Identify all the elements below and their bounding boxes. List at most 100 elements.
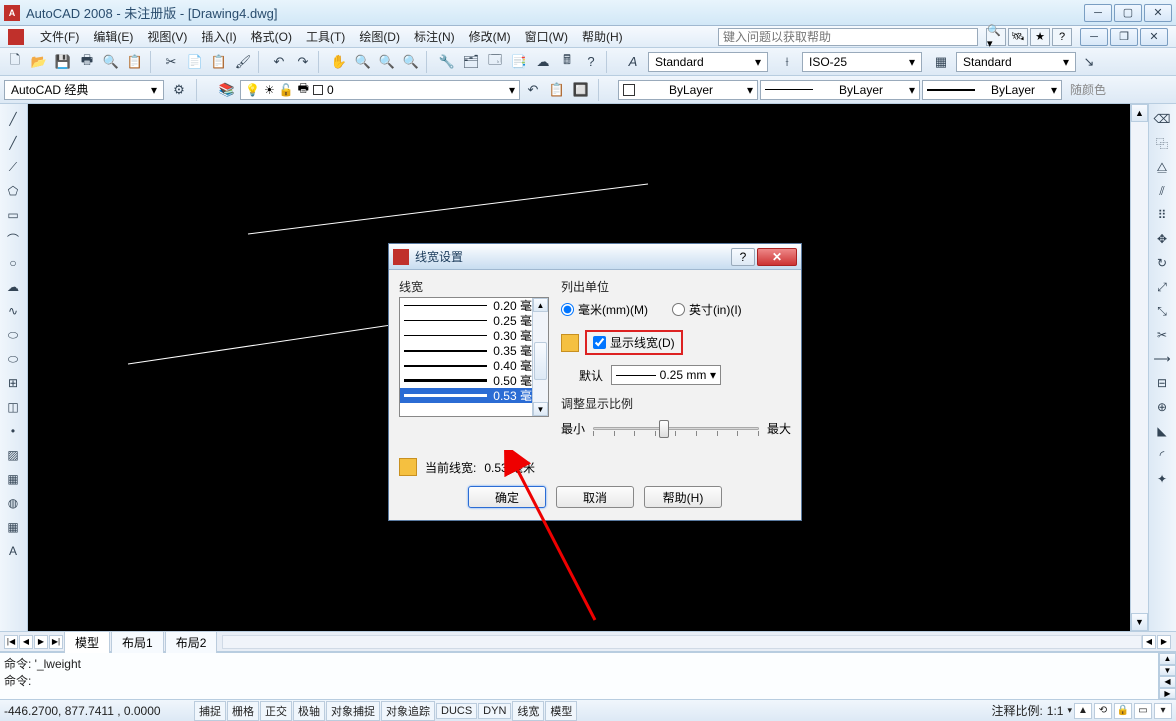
polygon-icon[interactable]: ⬠ xyxy=(2,180,24,202)
lock-ui-icon[interactable]: 🔒 xyxy=(1114,703,1132,719)
chamfer-icon[interactable]: ◣ xyxy=(1151,420,1173,442)
hatch-icon[interactable]: ▨ xyxy=(2,444,24,466)
menu-modify[interactable]: 修改(M) xyxy=(463,26,517,47)
mtext-icon[interactable]: A xyxy=(2,540,24,562)
sheetset-icon[interactable]: 📑 xyxy=(508,51,530,73)
stretch-icon[interactable]: ⤡ xyxy=(1151,300,1173,322)
pline-icon[interactable]: ⟋ xyxy=(2,156,24,178)
dialog-close-button[interactable]: ✕ xyxy=(757,248,797,266)
new-icon[interactable]: 🗋 xyxy=(4,51,26,73)
undo-icon[interactable]: ↶ xyxy=(268,51,290,73)
lineweight-list-item[interactable]: 0.20 毫米 xyxy=(400,298,548,313)
status-osnap[interactable]: 对象捕捉 xyxy=(326,701,380,721)
minimize-button[interactable]: ─ xyxy=(1084,4,1112,22)
lineweight-list[interactable]: 0.20 毫米0.25 毫米0.30 毫米0.35 毫米0.40 毫米0.50 … xyxy=(399,297,549,417)
cancel-button[interactable]: 取消 xyxy=(556,486,634,508)
lineweight-list-item[interactable]: 0.40 毫米 xyxy=(400,358,548,373)
region-icon[interactable]: ◍ xyxy=(2,492,24,514)
doc-restore-button[interactable]: ❐ xyxy=(1110,28,1138,46)
dim-style-dropdown[interactable]: ISO-25▾ xyxy=(802,52,922,72)
paste-icon[interactable]: 📋 xyxy=(208,51,230,73)
doc-minimize-button[interactable]: ─ xyxy=(1080,28,1108,46)
menu-insert[interactable]: 插入(I) xyxy=(195,26,242,47)
tab-next-icon[interactable]: ▶ xyxy=(34,635,48,649)
horizontal-scrollbar[interactable] xyxy=(222,635,1142,649)
break-icon[interactable]: ⊟ xyxy=(1151,372,1173,394)
ellipsearc-icon[interactable]: ⬭ xyxy=(2,348,24,370)
gradient-icon[interactable]: ▦ xyxy=(2,468,24,490)
default-lineweight-dropdown[interactable]: 0.25 mm ▾ xyxy=(611,365,721,385)
copy-icon[interactable]: 📄 xyxy=(184,51,206,73)
vertical-scrollbar[interactable]: ▲ ▼ xyxy=(1130,104,1148,631)
join-icon[interactable]: ⊕ xyxy=(1151,396,1173,418)
menu-draw[interactable]: 绘图(D) xyxy=(353,26,406,47)
dimstyle-icon[interactable]: ⟊ xyxy=(776,51,798,73)
spline-icon[interactable]: ∿ xyxy=(2,300,24,322)
trim-icon[interactable]: ✂ xyxy=(1151,324,1173,346)
zoom-win-icon[interactable]: 🔍 xyxy=(376,51,398,73)
fillet-icon[interactable]: ◜ xyxy=(1151,444,1173,466)
scroll-up-icon[interactable]: ▲ xyxy=(1131,104,1148,122)
status-lwt[interactable]: 线宽 xyxy=(512,701,544,721)
line-icon[interactable]: ╱ xyxy=(2,108,24,130)
help-search-input[interactable] xyxy=(718,28,978,46)
copy-obj-icon[interactable]: ⿻ xyxy=(1151,132,1173,154)
insert-icon[interactable]: ⊞ xyxy=(2,372,24,394)
zoom-rt-icon[interactable]: 🔍 xyxy=(352,51,374,73)
designcenter-icon[interactable]: 🗂 xyxy=(460,51,482,73)
menu-view[interactable]: 视图(V) xyxy=(141,26,193,47)
tab-model[interactable]: 模型 xyxy=(64,631,110,653)
status-grid[interactable]: 栅格 xyxy=(227,701,259,721)
anno-vis-icon[interactable]: ▲ xyxy=(1074,703,1092,719)
revcloud-icon[interactable]: ☁ xyxy=(2,276,24,298)
workspace-dropdown[interactable]: AutoCAD 经典▾ xyxy=(4,80,164,100)
properties-icon[interactable]: 🔧 xyxy=(436,51,458,73)
arc-icon[interactable]: ⌒ xyxy=(2,228,24,250)
layer-dropdown[interactable]: 💡 ☀ 🔓 🖶 0 ▾ xyxy=(240,80,520,100)
array-icon[interactable]: ⠿ xyxy=(1151,204,1173,226)
ellipse-icon[interactable]: ⬭ xyxy=(2,324,24,346)
text-style-dropdown[interactable]: Standard▾ xyxy=(648,52,768,72)
tab-prev-icon[interactable]: ◀ xyxy=(19,635,33,649)
move-icon[interactable]: ✥ xyxy=(1151,228,1173,250)
workspace-settings-icon[interactable]: ⚙ xyxy=(168,79,190,101)
point-icon[interactable]: • xyxy=(2,420,24,442)
save-icon[interactable]: 💾 xyxy=(52,51,74,73)
help-help-icon[interactable]: ? xyxy=(1052,28,1072,46)
status-otrack[interactable]: 对象追踪 xyxy=(381,701,435,721)
status-dyn[interactable]: DYN xyxy=(478,703,511,719)
table-style-dropdown[interactable]: Standard▾ xyxy=(956,52,1076,72)
dialog-help-icon[interactable]: ? xyxy=(731,248,755,266)
ok-button[interactable]: 确定 xyxy=(468,486,546,508)
help-star-icon[interactable]: ★ xyxy=(1030,28,1050,46)
preview-icon[interactable]: 🔍 xyxy=(100,51,122,73)
display-scale-slider[interactable] xyxy=(593,418,759,438)
hscroll-left-icon[interactable]: ◀ xyxy=(1142,635,1156,649)
list-scrollbar[interactable]: ▲▼ xyxy=(532,298,548,416)
menu-tools[interactable]: 工具(T) xyxy=(300,26,351,47)
circle-icon[interactable]: ○ xyxy=(2,252,24,274)
layer-state-icon[interactable]: 📋 xyxy=(546,79,568,101)
zoom-prev-icon[interactable]: 🔍 xyxy=(400,51,422,73)
doc-close-button[interactable]: ✕ xyxy=(1140,28,1168,46)
status-model[interactable]: 模型 xyxy=(545,701,577,721)
close-button[interactable]: ✕ xyxy=(1144,4,1172,22)
redo-icon[interactable]: ↷ xyxy=(292,51,314,73)
help-button[interactable]: 帮助(H) xyxy=(644,486,722,508)
tab-last-icon[interactable]: ▶| xyxy=(49,635,63,649)
matchprop-icon[interactable]: 🖌 xyxy=(232,51,254,73)
tablestyle-icon[interactable]: ▦ xyxy=(930,51,952,73)
offset-icon[interactable]: ⫽ xyxy=(1151,180,1173,202)
help-search-icon[interactable]: 🔍▾ xyxy=(986,28,1006,46)
linetype-dropdown[interactable]: ByLayer ▾ xyxy=(760,80,920,100)
erase-icon[interactable]: ⌫ xyxy=(1151,108,1173,130)
toolpalette-icon[interactable]: 🗔 xyxy=(484,51,506,73)
rectangle-icon[interactable]: ▭ xyxy=(2,204,24,226)
menu-dimension[interactable]: 标注(N) xyxy=(408,26,461,47)
tab-layout2[interactable]: 布局2 xyxy=(165,631,218,653)
open-icon[interactable]: 📂 xyxy=(28,51,50,73)
lineweight-list-item[interactable]: 0.35 毫米 xyxy=(400,343,548,358)
block-icon[interactable]: ◫ xyxy=(2,396,24,418)
table-icon[interactable]: ▦ xyxy=(2,516,24,538)
cut-icon[interactable]: ✂ xyxy=(160,51,182,73)
